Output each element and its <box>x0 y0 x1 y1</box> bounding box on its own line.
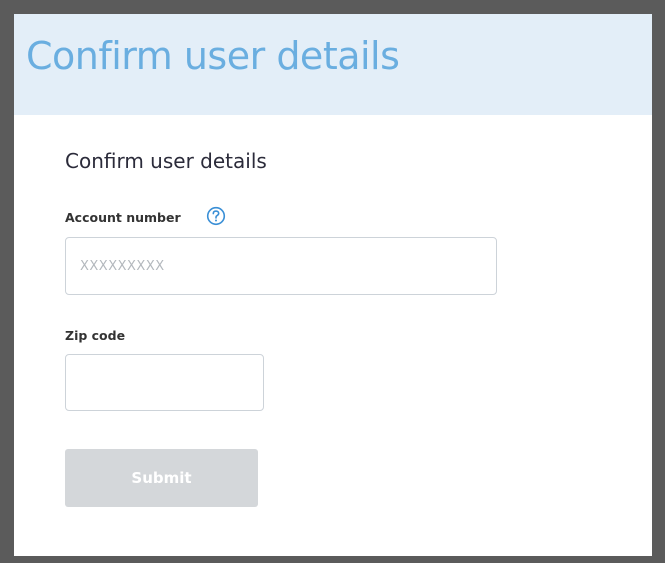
page-title: Confirm user details <box>26 34 400 78</box>
page-header: Confirm user details <box>14 14 652 115</box>
zip-code-label: Zip code <box>65 328 126 343</box>
confirm-user-form: Confirm user details Account number Zip … <box>65 115 652 556</box>
question-circle-icon[interactable] <box>206 206 226 226</box>
zip-code-input[interactable] <box>65 354 264 411</box>
page-frame: Confirm user details Confirm user detail… <box>14 14 652 556</box>
account-number-input[interactable] <box>65 237 497 295</box>
form-heading: Confirm user details <box>65 149 267 173</box>
account-number-label: Account number <box>65 210 181 225</box>
submit-button[interactable]: Submit <box>65 449 258 507</box>
